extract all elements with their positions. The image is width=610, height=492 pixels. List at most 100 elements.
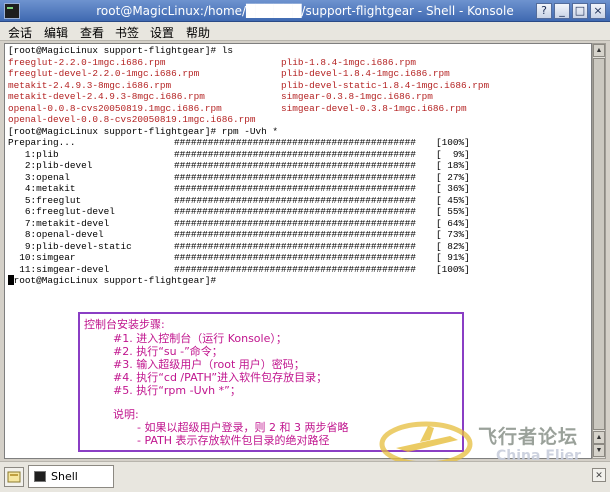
install-package-name: 5:freeglut [8,194,82,206]
menu-bookmarks[interactable]: 书签 [115,24,139,41]
tab-label: Shell [51,470,78,483]
note-remark-label: 说明: [113,408,139,421]
rpm-file: simgear-0.3.8-1mgc.i686.rpm [281,91,433,102]
install-row: 3:openal ###############################… [8,172,470,184]
install-progress-bar: ########################################… [174,263,416,275]
install-progress-bar: ########################################… [174,137,416,148]
scrollbar-thumb[interactable] [593,58,605,430]
note-remark: - 如果以超级用户登录，则 2 和 3 两步省略 [137,421,349,434]
scroll-up-arrow-icon[interactable]: ▲ [593,44,605,57]
install-package-name: 1:plib [8,148,59,160]
install-row: 5:freeglut #############################… [8,195,470,207]
install-percent: [ 55%] [436,206,470,217]
install-percent: [100%] [436,137,470,148]
install-package-name: 6:freeglut-devel [8,206,115,217]
rpm-file: metakit-2.4.9.3-8mgc.i686.rpm [8,79,172,91]
close-button[interactable]: × [590,3,606,19]
rpm-file: openal-devel-0.0.8-cvs20050819.1mgc.i686… [8,114,256,125]
install-package-name: Preparing... [8,137,76,148]
install-progress-bar: ########################################… [174,206,416,217]
install-percent: [ 18%] [436,160,470,171]
tab-shell[interactable]: Shell [28,465,114,488]
menu-bar: 会话 编辑 查看 书签 设置 帮助 [0,22,610,41]
terminal-line: [root@MagicLinux support-flightgear]# rp… [8,126,278,138]
install-row: 10:simgear #############################… [8,252,470,264]
install-row: 7:metakit-devel ########################… [8,218,470,230]
install-progress-bar: ########################################… [174,240,416,252]
menu-session[interactable]: 会话 [8,24,32,41]
minimize-button[interactable]: _ [554,3,570,19]
menu-edit[interactable]: 编辑 [44,24,68,41]
install-row: 9:plib-devel-static ####################… [8,241,470,253]
install-percent: [100%] [436,263,470,275]
install-package-name: 4:metakit [8,183,76,194]
install-progress-bar: ########################################… [174,160,416,171]
new-session-button[interactable] [4,467,24,487]
install-progress-bar: ########################################… [174,183,416,194]
menu-settings[interactable]: 设置 [150,24,174,41]
install-percent: [ 91%] [436,252,470,263]
install-progress-bar: ########################################… [174,217,416,229]
install-row: 11:simgear-devel #######################… [8,264,470,276]
rpm-file: plib-devel-1.8.4-1mgc.i686.rpm [281,68,450,79]
install-steps-note: 控制台安装步骤: #1. 进入控制台（运行 Konsole）； #2. 执行“s… [78,312,464,452]
install-percent: [ 9%] [436,148,470,160]
rpm-file: freeglut-devel-2.2.0-1mgc.i686.rpm [8,68,200,79]
install-percent: [ 64%] [436,217,470,229]
install-package-name: 3:openal [8,171,70,183]
title-bar[interactable]: root@MagicLinux:/home/██████/support-fli… [0,0,610,22]
install-row: Preparing... ###########################… [8,137,470,149]
rpm-file: simgear-devel-0.3.8-1mgc.i686.rpm [281,102,467,114]
command-prompt-ls: [root@MagicLinux support-flightgear]# ls [8,45,234,56]
session-tab-bar: Shell ✕ [0,461,610,492]
note-step: #2. 执行“su -”命令； [113,345,223,358]
command-prompt-final: [root@MagicLinux support-flightgear]# [8,275,222,286]
rpm-file: openal-0.0.8-cvs20050819.1mgc.i686.rpm [8,102,222,114]
note-step: #1. 进入控制台（运行 Konsole）； [113,332,287,345]
note-step: #4. 执行“cd /PATH”进入软件包存放目录； [113,371,328,384]
terminal-line: metakit-2.4.9.3-8mgc.i686.rpm plib-devel… [8,80,489,92]
install-progress-bar: ########################################… [174,171,416,183]
terminal-line: [root@MagicLinux support-flightgear]# ls [8,45,233,57]
install-row: 8:openal-devel #########################… [8,229,470,241]
scroll-down-arrow-icon[interactable]: ▼ [593,444,605,457]
install-progress-bar: ########################################… [174,229,416,240]
install-progress-bar: ########################################… [174,148,416,160]
help-button[interactable]: ? [536,3,552,19]
install-package-name: 11:simgear-devel [8,263,110,275]
install-package-name: 8:openal-devel [8,229,104,240]
terminal-line: openal-devel-0.0.8-cvs20050819.1mgc.i686… [8,114,256,126]
vertical-scrollbar[interactable]: ▲ ▲ ▼ [592,43,606,459]
install-percent: [ 45%] [436,194,470,206]
terminal-line: freeglut-devel-2.2.0-1mgc.i686.rpm plib-… [8,68,450,80]
install-progress-bar: ########################################… [174,252,416,263]
rpm-file: plib-devel-static-1.8.4-1mgc.i686.rpm [281,79,490,91]
terminal-line: freeglut-2.2.0-1mgc.i686.rpm plib-1.8.4-… [8,57,416,69]
note-heading: 控制台安装步骤: [84,318,165,331]
new-session-icon [7,471,21,483]
rpm-file: plib-1.8.4-1mgc.i686.rpm [281,56,417,68]
note-step: #5. 执行“rpm -Uvh *”； [113,384,241,397]
terminal-line: metakit-devel-2.4.9.3-8mgc.i686.rpm simg… [8,91,433,103]
note-step: #3. 输入超级用户（root 用户）密码； [113,358,305,371]
menu-help[interactable]: 帮助 [186,24,210,41]
install-row: 1:plib #################################… [8,149,470,161]
install-row: 2:plib-devel ###########################… [8,160,470,172]
command-prompt-rpm: [root@MagicLinux support-flightgear]# rp… [8,125,279,137]
install-package-name: 9:plib-devel-static [8,240,132,252]
close-session-icon[interactable]: ✕ [592,468,606,482]
install-package-name: 7:metakit-devel [8,217,110,229]
terminal-line: openal-0.0.8-cvs20050819.1mgc.i686.rpm s… [8,103,467,115]
install-row: 6:freeglut-devel #######################… [8,206,470,218]
install-percent: [ 73%] [436,229,470,240]
scroll-up-arrow-icon[interactable]: ▲ [593,431,605,444]
text-cursor [8,275,14,285]
maximize-button[interactable]: □ [572,3,588,19]
window-title: root@MagicLinux:/home/██████/support-fli… [96,4,514,18]
install-percent: [ 27%] [436,171,470,183]
install-percent: [ 36%] [436,183,470,194]
menu-view[interactable]: 查看 [80,24,104,41]
rpm-file: freeglut-2.2.0-1mgc.i686.rpm [8,56,166,68]
terminal-line: [root@MagicLinux support-flightgear]# [8,275,216,287]
install-progress-bar: ########################################… [174,194,416,206]
